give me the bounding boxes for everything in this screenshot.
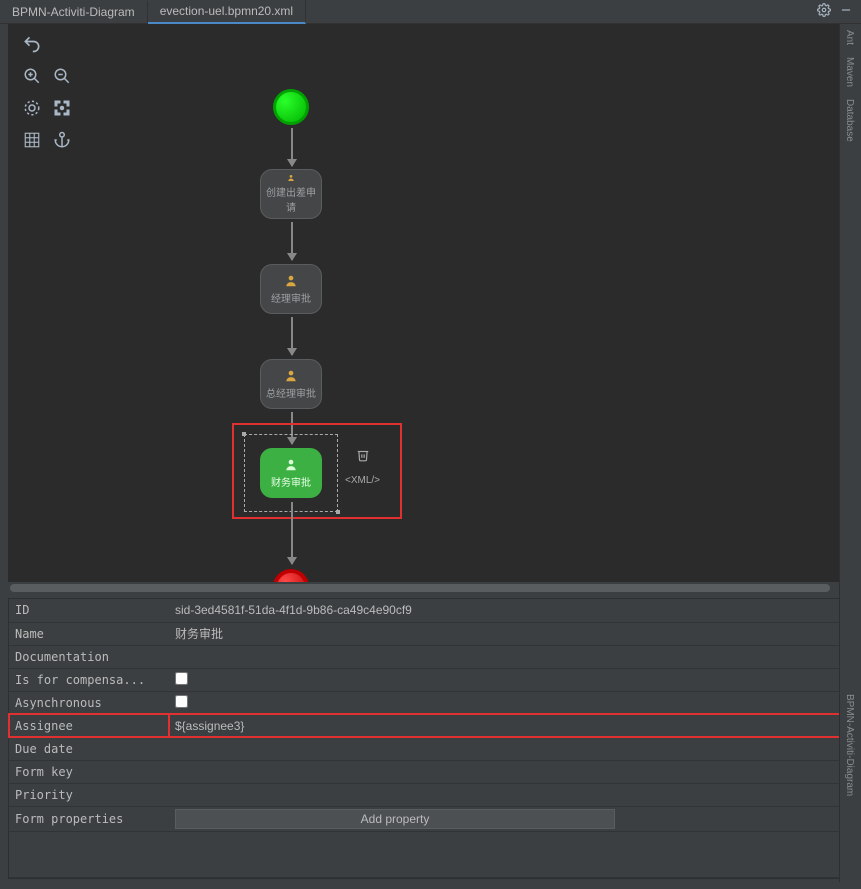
prop-label: Priority bbox=[9, 783, 169, 806]
prop-label: Form key bbox=[9, 760, 169, 783]
prop-row-name: Name bbox=[9, 622, 852, 645]
priority-input[interactable] bbox=[175, 788, 846, 802]
xml-action[interactable]: <XML/> bbox=[345, 475, 380, 486]
zoom-actual-icon[interactable] bbox=[50, 96, 74, 120]
prop-label: ID bbox=[9, 599, 169, 622]
prop-row-id: ID bbox=[9, 599, 852, 622]
end-event[interactable] bbox=[273, 569, 309, 582]
task-gm-approve[interactable]: 总经理审批 bbox=[260, 359, 322, 409]
side-tab-maven[interactable]: Maven bbox=[840, 51, 859, 93]
sequence-arrow[interactable] bbox=[291, 317, 293, 355]
prop-label: Form properties bbox=[9, 806, 169, 831]
anchor-icon[interactable] bbox=[50, 128, 74, 152]
side-tab-database[interactable]: Database bbox=[840, 93, 859, 148]
horizontal-scrollbar[interactable] bbox=[8, 582, 853, 594]
selection-actions: <XML/> bbox=[345, 448, 380, 486]
prop-row-duedate: Due date bbox=[9, 737, 852, 760]
task-label: 总经理审批 bbox=[266, 385, 316, 400]
zoom-in-icon[interactable] bbox=[20, 64, 44, 88]
prop-row-compensation: Is for compensa... bbox=[9, 668, 852, 691]
undo-icon[interactable] bbox=[20, 32, 44, 56]
formkey-input[interactable] bbox=[175, 765, 846, 779]
sequence-arrow[interactable] bbox=[291, 128, 293, 166]
task-label: 经理审批 bbox=[271, 290, 311, 305]
prop-row-doc: Documentation bbox=[9, 645, 852, 668]
prop-row-async: Asynchronous bbox=[9, 691, 852, 714]
user-icon bbox=[284, 174, 298, 182]
trash-icon[interactable] bbox=[356, 448, 370, 465]
prop-row-priority: Priority bbox=[9, 783, 852, 806]
canvas[interactable]: 创建出差申请 经理审批 总经理审批 财务审批 <XML/> bbox=[78, 24, 849, 582]
gear-icon[interactable] bbox=[817, 3, 831, 20]
compensation-checkbox[interactable] bbox=[175, 672, 188, 685]
tab-evection-xml[interactable]: evection-uel.bpmn20.xml bbox=[148, 0, 306, 24]
documentation-input[interactable] bbox=[175, 650, 846, 664]
sequence-arrow[interactable] bbox=[291, 502, 293, 564]
task-label: 财务审批 bbox=[271, 474, 311, 489]
zoom-out-icon[interactable] bbox=[50, 64, 74, 88]
toolbar bbox=[8, 24, 78, 582]
task-label: 创建出差申请 bbox=[265, 184, 317, 214]
name-input[interactable] bbox=[175, 626, 846, 640]
properties-panel: ID Name Documentation Is for compensa...… bbox=[8, 598, 853, 879]
prop-label: Name bbox=[9, 622, 169, 645]
zoom-fit-icon[interactable] bbox=[20, 96, 44, 120]
prop-row-formkey: Form key bbox=[9, 760, 852, 783]
prop-label: Due date bbox=[9, 737, 169, 760]
minimize-icon[interactable] bbox=[839, 3, 853, 20]
sequence-arrow[interactable] bbox=[291, 222, 293, 260]
async-checkbox[interactable] bbox=[175, 695, 188, 708]
start-event[interactable] bbox=[273, 89, 309, 125]
add-property-button[interactable]: Add property bbox=[175, 809, 615, 829]
tab-bar: BPMN-Activiti-Diagram evection-uel.bpmn2… bbox=[0, 0, 861, 24]
editor-area: 创建出差申请 经理审批 总经理审批 财务审批 <XML/> bbox=[0, 24, 861, 582]
prop-label: Is for compensa... bbox=[9, 668, 169, 691]
prop-row-assignee: Assignee bbox=[9, 714, 852, 737]
tab-bpmn-diagram[interactable]: BPMN-Activiti-Diagram bbox=[0, 1, 148, 23]
side-tab-ant[interactable]: Ant bbox=[840, 24, 859, 51]
prop-label: Asynchronous bbox=[9, 691, 169, 714]
task-create-request[interactable]: 创建出差申请 bbox=[260, 169, 322, 219]
task-manager-approve[interactable]: 经理审批 bbox=[260, 264, 322, 314]
user-icon bbox=[284, 274, 298, 288]
task-finance-approve[interactable]: 财务审批 bbox=[260, 448, 322, 498]
user-icon bbox=[284, 458, 298, 472]
assignee-input[interactable] bbox=[175, 719, 265, 733]
prop-label: Documentation bbox=[9, 645, 169, 668]
id-input[interactable] bbox=[175, 603, 846, 617]
duedate-input[interactable] bbox=[175, 742, 846, 756]
grid-icon[interactable] bbox=[20, 128, 44, 152]
side-tab-bpmn[interactable]: BPMN-Activiti-Diagram bbox=[840, 688, 859, 802]
prop-label: Assignee bbox=[9, 714, 169, 737]
prop-row-formprops: Form properties Add property bbox=[9, 806, 852, 831]
user-icon bbox=[284, 369, 298, 383]
right-sidebar: Ant Maven Database BPMN-Activiti-Diagram bbox=[839, 24, 861, 882]
